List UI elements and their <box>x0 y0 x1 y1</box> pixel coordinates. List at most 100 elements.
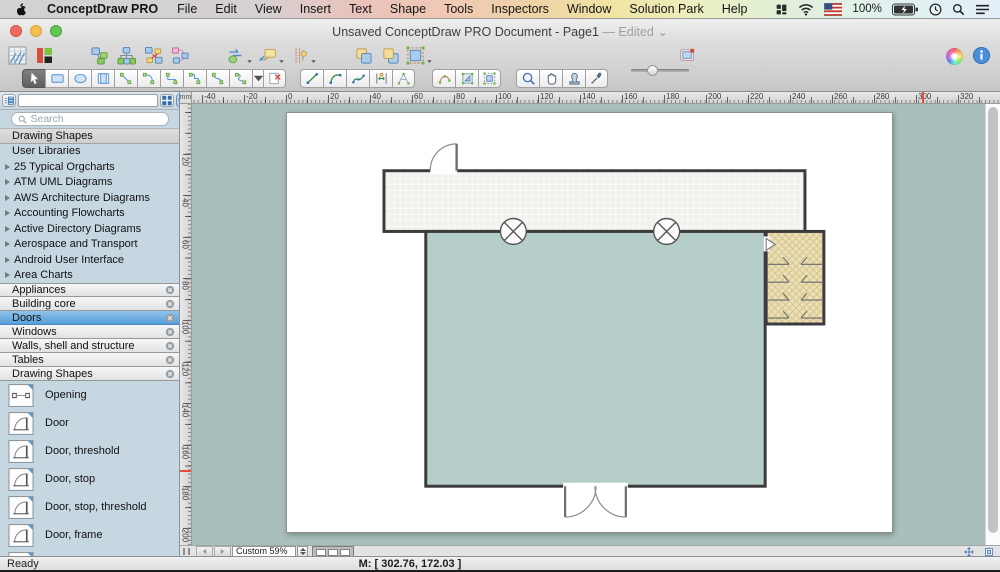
rectangle-tool-button[interactable] <box>45 69 68 88</box>
insert-guide-button[interactable] <box>290 44 317 65</box>
dropdown-caret-icon[interactable] <box>310 58 317 65</box>
eyedropper-tool-tool-button[interactable] <box>585 69 608 88</box>
room-main[interactable] <box>426 231 765 486</box>
connector-direct-tool-button[interactable] <box>114 69 137 88</box>
line-tool-button[interactable] <box>300 69 323 88</box>
vertical-scrollbar-thumb[interactable] <box>988 107 998 533</box>
wall-fixture-left[interactable] <box>500 218 526 244</box>
disclosure-triangle-icon[interactable] <box>5 210 10 216</box>
connector-tree-tool-button[interactable] <box>160 69 183 88</box>
connector-curve-tool-button[interactable] <box>206 69 229 88</box>
close-library-icon[interactable] <box>165 355 175 365</box>
spline-tool-button[interactable] <box>346 69 369 88</box>
select-tool-button[interactable] <box>22 69 45 88</box>
disclosure-triangle-icon[interactable] <box>5 272 10 278</box>
close-library-icon[interactable] <box>165 327 175 337</box>
tree-layout-button[interactable] <box>115 44 137 65</box>
library-tab-doors[interactable]: Doors <box>0 311 180 325</box>
dropdown-caret-icon[interactable] <box>426 58 433 65</box>
apple-menu-icon[interactable] <box>0 2 37 17</box>
close-library-icon[interactable] <box>165 369 175 379</box>
library-section-area-charts[interactable]: Area Charts <box>0 268 180 284</box>
zoom-slider[interactable] <box>631 69 689 72</box>
group-shapes-button[interactable] <box>406 44 433 65</box>
page-tab-3[interactable] <box>340 549 350 556</box>
spotlight-search-icon[interactable] <box>952 3 965 16</box>
reshape-tool-button[interactable] <box>392 69 415 88</box>
page-tab-2[interactable] <box>328 549 338 556</box>
menu-window[interactable]: Window <box>558 2 620 16</box>
shape-door-stop-threshold[interactable]: Door, stop, threshold <box>0 493 180 521</box>
menu-view[interactable]: View <box>246 2 291 16</box>
zoom-tool-tool-button[interactable] <box>516 69 539 88</box>
library-section-aerospace-and-transport[interactable]: Aerospace and Transport <box>0 237 180 253</box>
library-section-25-typical-orgcharts[interactable]: 25 Typical Orgcharts <box>0 159 180 175</box>
library-tab-drawing-shapes[interactable]: Drawing Shapes <box>0 367 180 381</box>
bring-front-button[interactable] <box>352 44 374 65</box>
library-section-aws-architecture-diagrams[interactable]: AWS Architecture Diagrams <box>0 190 180 206</box>
splitter-handle[interactable] <box>183 548 190 555</box>
disclosure-triangle-icon[interactable] <box>5 195 10 201</box>
library-section-android-user-interface[interactable]: Android User Interface <box>0 252 180 268</box>
menu-edit[interactable]: Edit <box>206 2 246 16</box>
page-paper[interactable] <box>286 112 893 533</box>
workspace-grid-icon[interactable] <box>775 3 788 16</box>
color-style-button[interactable] <box>33 44 55 65</box>
input-flag-us-icon[interactable] <box>824 3 843 16</box>
library-section-drawing-shapes[interactable]: Drawing Shapes <box>0 128 180 144</box>
clock-icon[interactable] <box>929 3 942 16</box>
text-frame-tool-button[interactable] <box>91 69 114 88</box>
send-back-button[interactable] <box>379 44 401 65</box>
titlebar[interactable]: Unsaved ConceptDraw PRO Document - Page1… <box>0 19 1000 43</box>
insert-page-button[interactable] <box>676 44 698 65</box>
menu-shape[interactable]: Shape <box>381 2 435 16</box>
chain-layout-button[interactable] <box>169 44 191 65</box>
connector-arc-tool-button[interactable] <box>137 69 160 88</box>
shape-door-threshold[interactable]: Door, threshold <box>0 437 180 465</box>
shape-opening[interactable]: Opening <box>0 381 180 409</box>
relayout-button[interactable] <box>142 44 164 65</box>
menu-insert[interactable]: Insert <box>291 2 340 16</box>
ruler-unit-box[interactable]: mm <box>180 92 192 104</box>
active-app-name[interactable]: ConceptDraw PRO <box>37 2 168 16</box>
disclosure-triangle-icon[interactable] <box>5 241 10 247</box>
ellipse-tool-button[interactable] <box>68 69 91 88</box>
search-input[interactable] <box>31 113 166 125</box>
library-section-atm-uml-diagrams[interactable]: ATM UML Diagrams <box>0 175 180 191</box>
menu-solution-park[interactable]: Solution Park <box>620 2 712 16</box>
search-box[interactable] <box>11 112 169 126</box>
fit-group-tool-button[interactable] <box>478 69 501 88</box>
stamp-tool-tool-button[interactable] <box>562 69 585 88</box>
disclosure-triangle-icon[interactable] <box>5 164 10 170</box>
library-filter-field[interactable] <box>18 94 158 107</box>
shape-door-stop[interactable]: Door, stop <box>0 465 180 493</box>
vertical-scrollbar[interactable] <box>985 104 1000 545</box>
spacing-tool-button[interactable] <box>369 69 392 88</box>
color-wheel-button[interactable] <box>943 44 965 65</box>
dropdown-caret-icon[interactable] <box>246 58 253 65</box>
library-tab-building-core[interactable]: Building core <box>0 297 180 311</box>
disconnect-tool-button[interactable] <box>263 69 286 88</box>
transform-path-tool-button[interactable] <box>432 69 455 88</box>
disclosure-triangle-icon[interactable] <box>5 257 10 263</box>
caret-tool-button[interactable] <box>252 69 263 88</box>
inspector-info-button[interactable] <box>970 44 992 65</box>
menu-tools[interactable]: Tools <box>435 2 482 16</box>
library-tab-windows[interactable]: Windows <box>0 325 180 339</box>
connector-smart-tool-button[interactable] <box>183 69 206 88</box>
library-panel-button[interactable] <box>6 44 28 65</box>
battery-charging-icon[interactable] <box>892 3 919 16</box>
room-corridor[interactable] <box>384 171 805 232</box>
grid-view-button[interactable] <box>160 94 174 107</box>
library-section-active-directory-diagrams[interactable]: Active Directory Diagrams <box>0 221 180 237</box>
close-library-icon[interactable] <box>165 299 175 309</box>
menu-help[interactable]: Help <box>713 2 757 16</box>
connector-chain-tool-button[interactable] <box>229 69 252 88</box>
insert-callout-button[interactable] <box>258 44 285 65</box>
crop-view-tool-button[interactable] <box>455 69 478 88</box>
swap-shapes-button[interactable] <box>226 44 253 65</box>
page-tab-1[interactable] <box>316 549 326 556</box>
orgchart-button[interactable] <box>88 44 110 65</box>
notification-list-icon[interactable] <box>975 3 990 16</box>
library-section-accounting-flowcharts[interactable]: Accounting Flowcharts <box>0 206 180 222</box>
